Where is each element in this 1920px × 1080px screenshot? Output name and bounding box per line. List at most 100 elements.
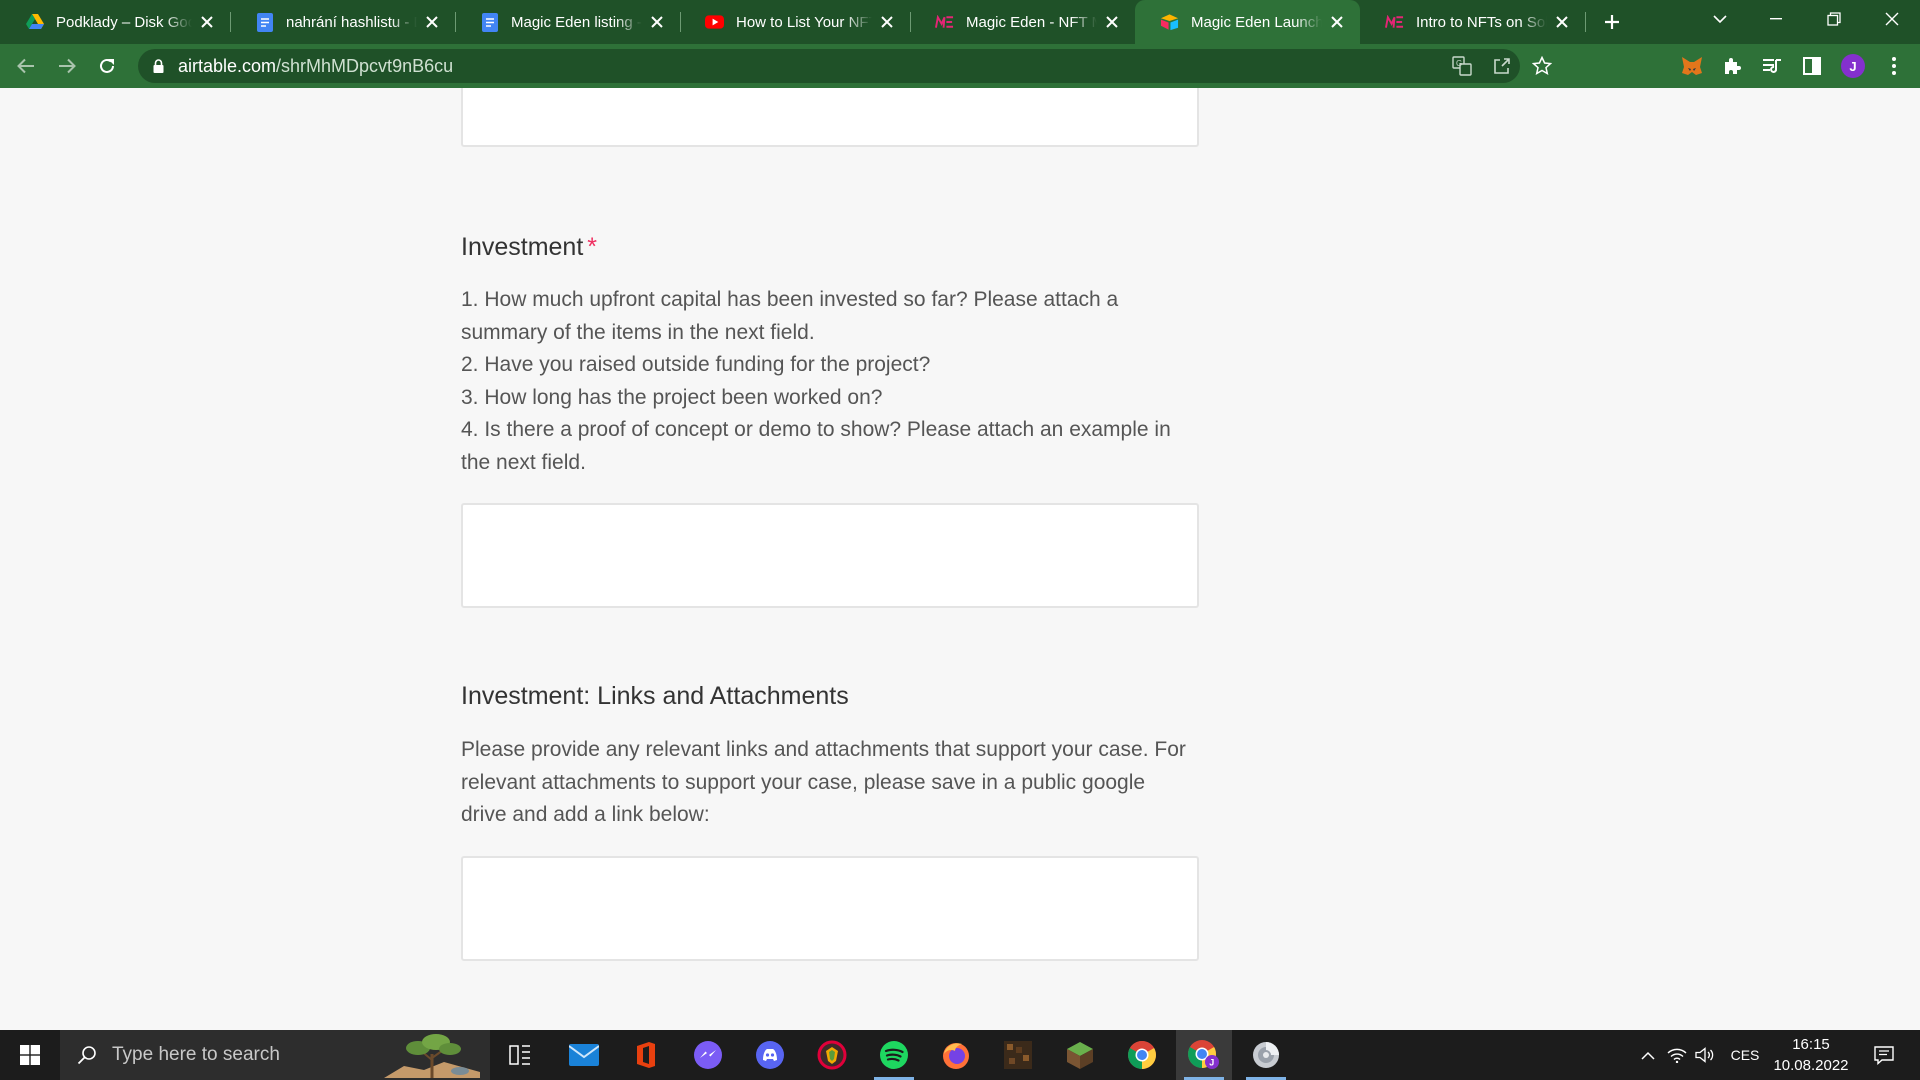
side-panel-icon[interactable] bbox=[1800, 54, 1824, 78]
address-bar[interactable]: airtable.com/shrMhMDpcvt9nB6cu G bbox=[138, 49, 1552, 83]
volume-button[interactable] bbox=[1692, 1030, 1718, 1080]
tab-close-icon[interactable] bbox=[876, 11, 898, 33]
minimize-button[interactable] bbox=[1748, 0, 1804, 38]
back-button[interactable] bbox=[12, 52, 40, 80]
taskbar-search-box[interactable]: Type here to search bbox=[60, 1030, 490, 1080]
tab-how-to-list-nft[interactable]: How to List Your NFT bbox=[680, 0, 910, 44]
brave-icon bbox=[817, 1040, 847, 1070]
tab-close-icon[interactable] bbox=[1551, 11, 1573, 33]
search-icon bbox=[76, 1044, 98, 1066]
svg-text:J: J bbox=[1209, 1058, 1214, 1068]
tab-close-icon[interactable] bbox=[196, 11, 218, 33]
firefox-app-button[interactable] bbox=[928, 1030, 984, 1080]
minimize-icon bbox=[1770, 18, 1782, 20]
reload-button[interactable] bbox=[93, 52, 121, 80]
brave-app-button[interactable] bbox=[804, 1030, 860, 1080]
lock-icon[interactable] bbox=[150, 58, 166, 74]
tab-podklady[interactable]: Podklady – Disk Google bbox=[0, 0, 230, 44]
mail-app-button[interactable] bbox=[556, 1030, 612, 1080]
tab-close-icon[interactable] bbox=[646, 11, 668, 33]
messenger-app-button[interactable] bbox=[680, 1030, 736, 1080]
minecraft-app-button[interactable] bbox=[990, 1030, 1046, 1080]
close-icon bbox=[1885, 12, 1899, 26]
tab-divider bbox=[1585, 12, 1586, 32]
task-view-button[interactable] bbox=[492, 1030, 548, 1080]
minecraft-launcher-app-button[interactable] bbox=[1052, 1030, 1108, 1080]
description-line: 4. Is there a proof of concept or demo t… bbox=[461, 418, 1171, 441]
metamask-extension-icon[interactable] bbox=[1680, 54, 1704, 78]
links-field-description: Please provide any relevant links and at… bbox=[461, 734, 1211, 832]
chrome-icon bbox=[1128, 1041, 1156, 1069]
tab-title: Magic Eden listing - Dokumenty Google bbox=[511, 13, 642, 31]
tab-title: How to List Your NFT bbox=[736, 13, 872, 31]
description-line: the next field. bbox=[461, 450, 586, 474]
taskbar-clock[interactable]: 16:15 10.08.2022 bbox=[1768, 1034, 1854, 1076]
restore-button[interactable] bbox=[1806, 0, 1862, 38]
chrome-app-button[interactable] bbox=[1114, 1030, 1170, 1080]
translate-icon[interactable]: G bbox=[1450, 54, 1474, 78]
clock-date: 10.08.2022 bbox=[1773, 1057, 1849, 1074]
arrow-right-icon bbox=[59, 58, 76, 74]
investment-field-description: 1. How much upfront capital has been inv… bbox=[461, 284, 1211, 479]
extensions-puzzle-icon[interactable] bbox=[1720, 54, 1744, 78]
description-line: summary of the items in the next field. bbox=[461, 320, 815, 344]
forward-button[interactable] bbox=[53, 52, 81, 80]
network-status-button[interactable] bbox=[1664, 1030, 1690, 1080]
spotify-app-button[interactable] bbox=[866, 1030, 922, 1080]
svg-text:G: G bbox=[1456, 59, 1462, 68]
office-app-button[interactable] bbox=[618, 1030, 674, 1080]
tab-search-button[interactable] bbox=[1692, 0, 1748, 38]
description-line: 1. How much upfront capital has been inv… bbox=[461, 288, 1119, 311]
tab-close-icon[interactable] bbox=[421, 11, 443, 33]
tab-title: Magic Eden Launchpad bbox=[1191, 13, 1322, 31]
clock-time: 16:15 bbox=[1792, 1036, 1830, 1053]
url-text[interactable]: airtable.com/shrMhMDpcvt9nB6cu bbox=[178, 56, 453, 77]
firefox-icon bbox=[943, 1043, 969, 1069]
new-tab-button[interactable] bbox=[1598, 8, 1626, 36]
search-highlight-tree-icon bbox=[384, 1034, 480, 1078]
tab-title: Podklady – Disk Google bbox=[56, 13, 192, 31]
tab-magic-eden-launchpad[interactable]: Magic Eden Launchpad bbox=[1135, 0, 1360, 44]
tab-nahrani-hashlistu[interactable]: nahrání hashlistu - Dokumenty Google bbox=[230, 0, 455, 44]
tab-close-icon[interactable] bbox=[1101, 11, 1123, 33]
speaker-icon bbox=[1695, 1047, 1714, 1063]
tab-close-icon[interactable] bbox=[1326, 11, 1348, 33]
minecraft-launcher-icon bbox=[1067, 1042, 1093, 1069]
minecraft-icon bbox=[1004, 1041, 1032, 1069]
search-placeholder: Type here to search bbox=[112, 1044, 280, 1065]
tab-intro-to-nfts[interactable]: Intro to NFTs on Solana bbox=[1360, 0, 1585, 44]
restore-icon bbox=[1827, 12, 1841, 26]
arrow-left-icon bbox=[17, 58, 34, 74]
notifications-button[interactable] bbox=[1864, 1030, 1904, 1080]
show-hidden-icons-button[interactable] bbox=[1636, 1030, 1660, 1080]
investment-title-text: Investment bbox=[461, 233, 584, 261]
language-label: CES bbox=[1730, 1047, 1760, 1063]
investment-input[interactable] bbox=[461, 503, 1199, 608]
windows-logo-icon bbox=[20, 1045, 40, 1065]
settings-disc-app-button[interactable] bbox=[1238, 1030, 1294, 1080]
reading-list-icon[interactable] bbox=[1760, 54, 1784, 78]
bookmark-star-icon[interactable] bbox=[1530, 54, 1554, 78]
links-field-title: Investment: Links and Attachments bbox=[461, 682, 849, 711]
google-drive-icon bbox=[25, 13, 44, 32]
office-icon bbox=[637, 1042, 655, 1068]
previous-field-input[interactable] bbox=[461, 88, 1199, 147]
profile-avatar[interactable]: J bbox=[1841, 54, 1865, 78]
tab-magic-eden-listing[interactable]: Magic Eden listing - Dokumenty Google bbox=[455, 0, 680, 44]
windows-taskbar: Type here to search J CES 16:15 10.08.20… bbox=[0, 1030, 1920, 1080]
menu-kebab-icon[interactable] bbox=[1882, 54, 1906, 78]
share-icon[interactable] bbox=[1490, 54, 1514, 78]
description-line: Please provide any relevant links and at… bbox=[461, 738, 1186, 761]
start-button[interactable] bbox=[0, 1030, 60, 1080]
discord-app-button[interactable] bbox=[742, 1030, 798, 1080]
required-asterisk: * bbox=[587, 233, 598, 261]
google-docs-icon bbox=[255, 12, 274, 32]
chrome-profile-app-button[interactable]: J bbox=[1176, 1030, 1232, 1080]
settings-disc-icon bbox=[1253, 1042, 1279, 1068]
links-attachments-input[interactable] bbox=[461, 856, 1199, 961]
close-window-button[interactable] bbox=[1864, 0, 1920, 38]
spotify-icon bbox=[880, 1041, 908, 1069]
description-line: relevant attachments to support your cas… bbox=[461, 770, 1146, 794]
tab-magic-eden-marketplace[interactable]: Magic Eden - NFT Marketplace bbox=[910, 0, 1135, 44]
input-language-button[interactable]: CES bbox=[1726, 1030, 1764, 1080]
